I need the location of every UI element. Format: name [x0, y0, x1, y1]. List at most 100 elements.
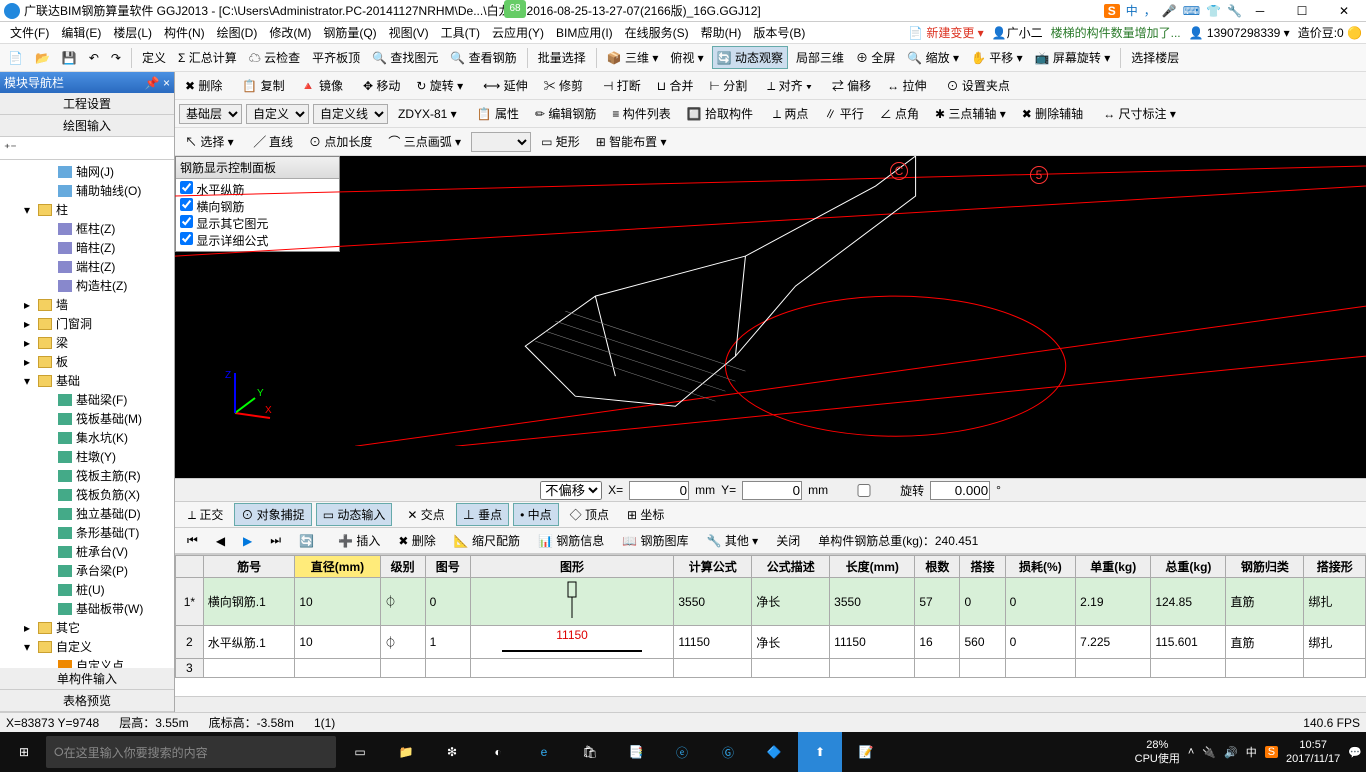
menu-bim[interactable]: BIM应用(I): [550, 22, 619, 44]
vertex-snap[interactable]: ◇ 顶点: [563, 503, 616, 526]
chrome-icon[interactable]: ◐: [476, 732, 520, 772]
attr-button[interactable]: 📋 属性: [471, 103, 525, 124]
tree-node[interactable]: 暗柱(Z): [0, 238, 174, 257]
edge-icon[interactable]: e: [522, 732, 566, 772]
dynamic-view-button[interactable]: 🔄 动态观察: [712, 46, 788, 69]
nav-last[interactable]: ⏭: [264, 531, 287, 550]
object-snap-toggle[interactable]: ⊙ 对象捕捉: [234, 503, 311, 526]
point-length-tool[interactable]: ⊙ 点加长度: [303, 131, 378, 152]
table-header[interactable]: 图形: [470, 556, 674, 578]
rebar-close[interactable]: 关闭: [770, 530, 806, 551]
new-change-button[interactable]: 📄 新建变更 ▾: [908, 24, 984, 41]
menu-draw[interactable]: 绘图(D): [211, 22, 264, 44]
table-header[interactable]: 钢筋归类: [1226, 556, 1304, 578]
coin-balance[interactable]: 造价豆:0 🟡: [1298, 24, 1362, 41]
floor-select[interactable]: 基础层: [179, 104, 242, 124]
align-button[interactable]: ⟂ 对齐 ▾: [761, 75, 818, 96]
table-header[interactable]: [176, 556, 204, 578]
redo-icon[interactable]: ↷: [107, 49, 125, 67]
trim-button[interactable]: ✂ 修剪: [538, 75, 589, 96]
ie-icon[interactable]: ⓔ: [660, 732, 704, 772]
tree-node[interactable]: 构造柱(Z): [0, 276, 174, 295]
arc3-tool[interactable]: ⌒ 三点画弧 ▾: [382, 131, 467, 152]
table-row[interactable]: 3: [176, 659, 1366, 678]
app5-icon[interactable]: 📝: [844, 732, 888, 772]
merge-button[interactable]: ⊔ 合并: [651, 75, 700, 96]
tree-node[interactable]: 基础板带(W): [0, 599, 174, 618]
pan-button[interactable]: ✋ 平移 ▾: [967, 47, 1027, 68]
coord-snap[interactable]: ⊞ 坐标: [620, 503, 671, 526]
table-header[interactable]: 总重(kg): [1151, 556, 1226, 578]
nav-prev[interactable]: ◀: [210, 532, 231, 550]
mid-snap[interactable]: • 中点: [513, 503, 559, 526]
drawing-canvas[interactable]: 钢筋显示控制面板 水平纵筋 横向钢筋 显示其它图元 显示详细公式: [175, 156, 1366, 478]
three-aux-button[interactable]: ✱ 三点辅轴 ▾: [929, 103, 1012, 124]
tree-node[interactable]: 桩承台(V): [0, 542, 174, 561]
tree-node[interactable]: ▸门窗洞: [0, 314, 174, 333]
tree-node[interactable]: ▸墙: [0, 295, 174, 314]
sidebar-tab-preview[interactable]: 表格预览: [0, 690, 174, 712]
tray-ime-icon[interactable]: 中: [1246, 744, 1257, 760]
tray-notification-icon[interactable]: 💬: [1348, 746, 1362, 759]
type-select[interactable]: 自定义线: [313, 104, 388, 124]
rotate-button[interactable]: 📺 屏幕旋转 ▾: [1031, 47, 1115, 68]
menu-edit[interactable]: 编辑(E): [55, 22, 107, 44]
menu-rebar[interactable]: 钢筋量(Q): [317, 22, 382, 44]
tree-node[interactable]: ▸其它: [0, 618, 174, 637]
close-button[interactable]: ✕: [1324, 2, 1364, 20]
local-3d-button[interactable]: 局部三维: [792, 47, 848, 68]
tree-node[interactable]: 集水坑(K): [0, 428, 174, 447]
del-aux-button[interactable]: ✖ 删除辅轴: [1016, 103, 1089, 124]
edit-rebar-button[interactable]: ✏ 编辑钢筋: [529, 103, 602, 124]
3d-button[interactable]: 📦 三维 ▾: [603, 47, 663, 68]
two-point-button[interactable]: ⟂ 两点: [767, 103, 814, 124]
cpu-meter[interactable]: 28%CPU使用: [1135, 738, 1180, 766]
app3-icon[interactable]: Ⓖ: [706, 732, 750, 772]
batch-select-button[interactable]: 批量选择: [534, 47, 590, 68]
component-tree[interactable]: 轴网(J)辅助轴线(O)▾柱框柱(Z)暗柱(Z)端柱(Z)构造柱(Z)▸墙▸门窗…: [0, 160, 174, 668]
menu-online[interactable]: 在线服务(S): [619, 22, 695, 44]
minimize-button[interactable]: ─: [1240, 2, 1280, 20]
view-rebar-button[interactable]: 🔍 查看钢筋: [446, 47, 520, 68]
tree-node[interactable]: 柱墩(Y): [0, 447, 174, 466]
explorer-icon[interactable]: 📁: [384, 732, 428, 772]
tree-node[interactable]: ▾柱: [0, 200, 174, 219]
stretch-button[interactable]: ↔ 拉伸: [881, 75, 932, 96]
tray-speaker-icon[interactable]: 🔊: [1224, 746, 1238, 759]
rotate-input[interactable]: [930, 481, 990, 500]
table-header[interactable]: 搭接: [960, 556, 1005, 578]
rebar-other[interactable]: 🔧 其他 ▾: [701, 530, 765, 551]
ggj-app-icon[interactable]: ⬆: [798, 732, 842, 772]
tree-node[interactable]: 筏板基础(M): [0, 409, 174, 428]
select-tool[interactable]: ↖ 选择 ▾: [179, 131, 240, 152]
menu-view[interactable]: 视图(V): [383, 22, 435, 44]
rotate-checkbox[interactable]: [834, 484, 894, 497]
select-floor-button[interactable]: 选择楼层: [1127, 47, 1183, 68]
menu-modify[interactable]: 修改(M): [263, 22, 317, 44]
rect-tool[interactable]: ▭ 矩形: [535, 131, 586, 152]
table-header[interactable]: 公式描述: [752, 556, 830, 578]
sogou-icon[interactable]: S: [1104, 4, 1120, 18]
sidebar-tab-draw[interactable]: 绘图输入: [0, 115, 174, 137]
nav-next[interactable]: ▶: [237, 532, 258, 550]
maximize-button[interactable]: ☐: [1282, 2, 1322, 20]
nav-refresh[interactable]: 🔄: [293, 532, 320, 550]
tree-node[interactable]: 框柱(Z): [0, 219, 174, 238]
horizontal-scrollbar[interactable]: [175, 696, 1366, 712]
sum-calc-button[interactable]: Σ 汇总计算: [174, 47, 241, 68]
offset-button[interactable]: ⇄ 偏移: [826, 75, 877, 96]
rebar-library[interactable]: 📖 钢筋图库: [616, 530, 694, 551]
table-header[interactable]: 筋号: [203, 556, 295, 578]
app2-icon[interactable]: 📑: [614, 732, 658, 772]
cloud-check-button[interactable]: ☁ 云检查: [245, 47, 304, 68]
menu-cloud[interactable]: 云应用(Y): [486, 22, 550, 44]
point-angle-button[interactable]: ∠ 点角: [874, 103, 925, 124]
table-header[interactable]: 搭接形: [1304, 556, 1366, 578]
move-button[interactable]: ✥ 移动: [357, 75, 406, 96]
phone-account[interactable]: 👤 13907298339 ▾: [1189, 26, 1290, 40]
tree-node[interactable]: ▸梁: [0, 333, 174, 352]
scale-rebar[interactable]: 📐 缩尺配筋: [448, 530, 526, 551]
taskbar-search[interactable]: ⭘ 在这里输入你要搜索的内容: [46, 736, 336, 768]
menu-tools[interactable]: 工具(T): [435, 22, 486, 44]
tree-node[interactable]: 辅助轴线(O): [0, 181, 174, 200]
